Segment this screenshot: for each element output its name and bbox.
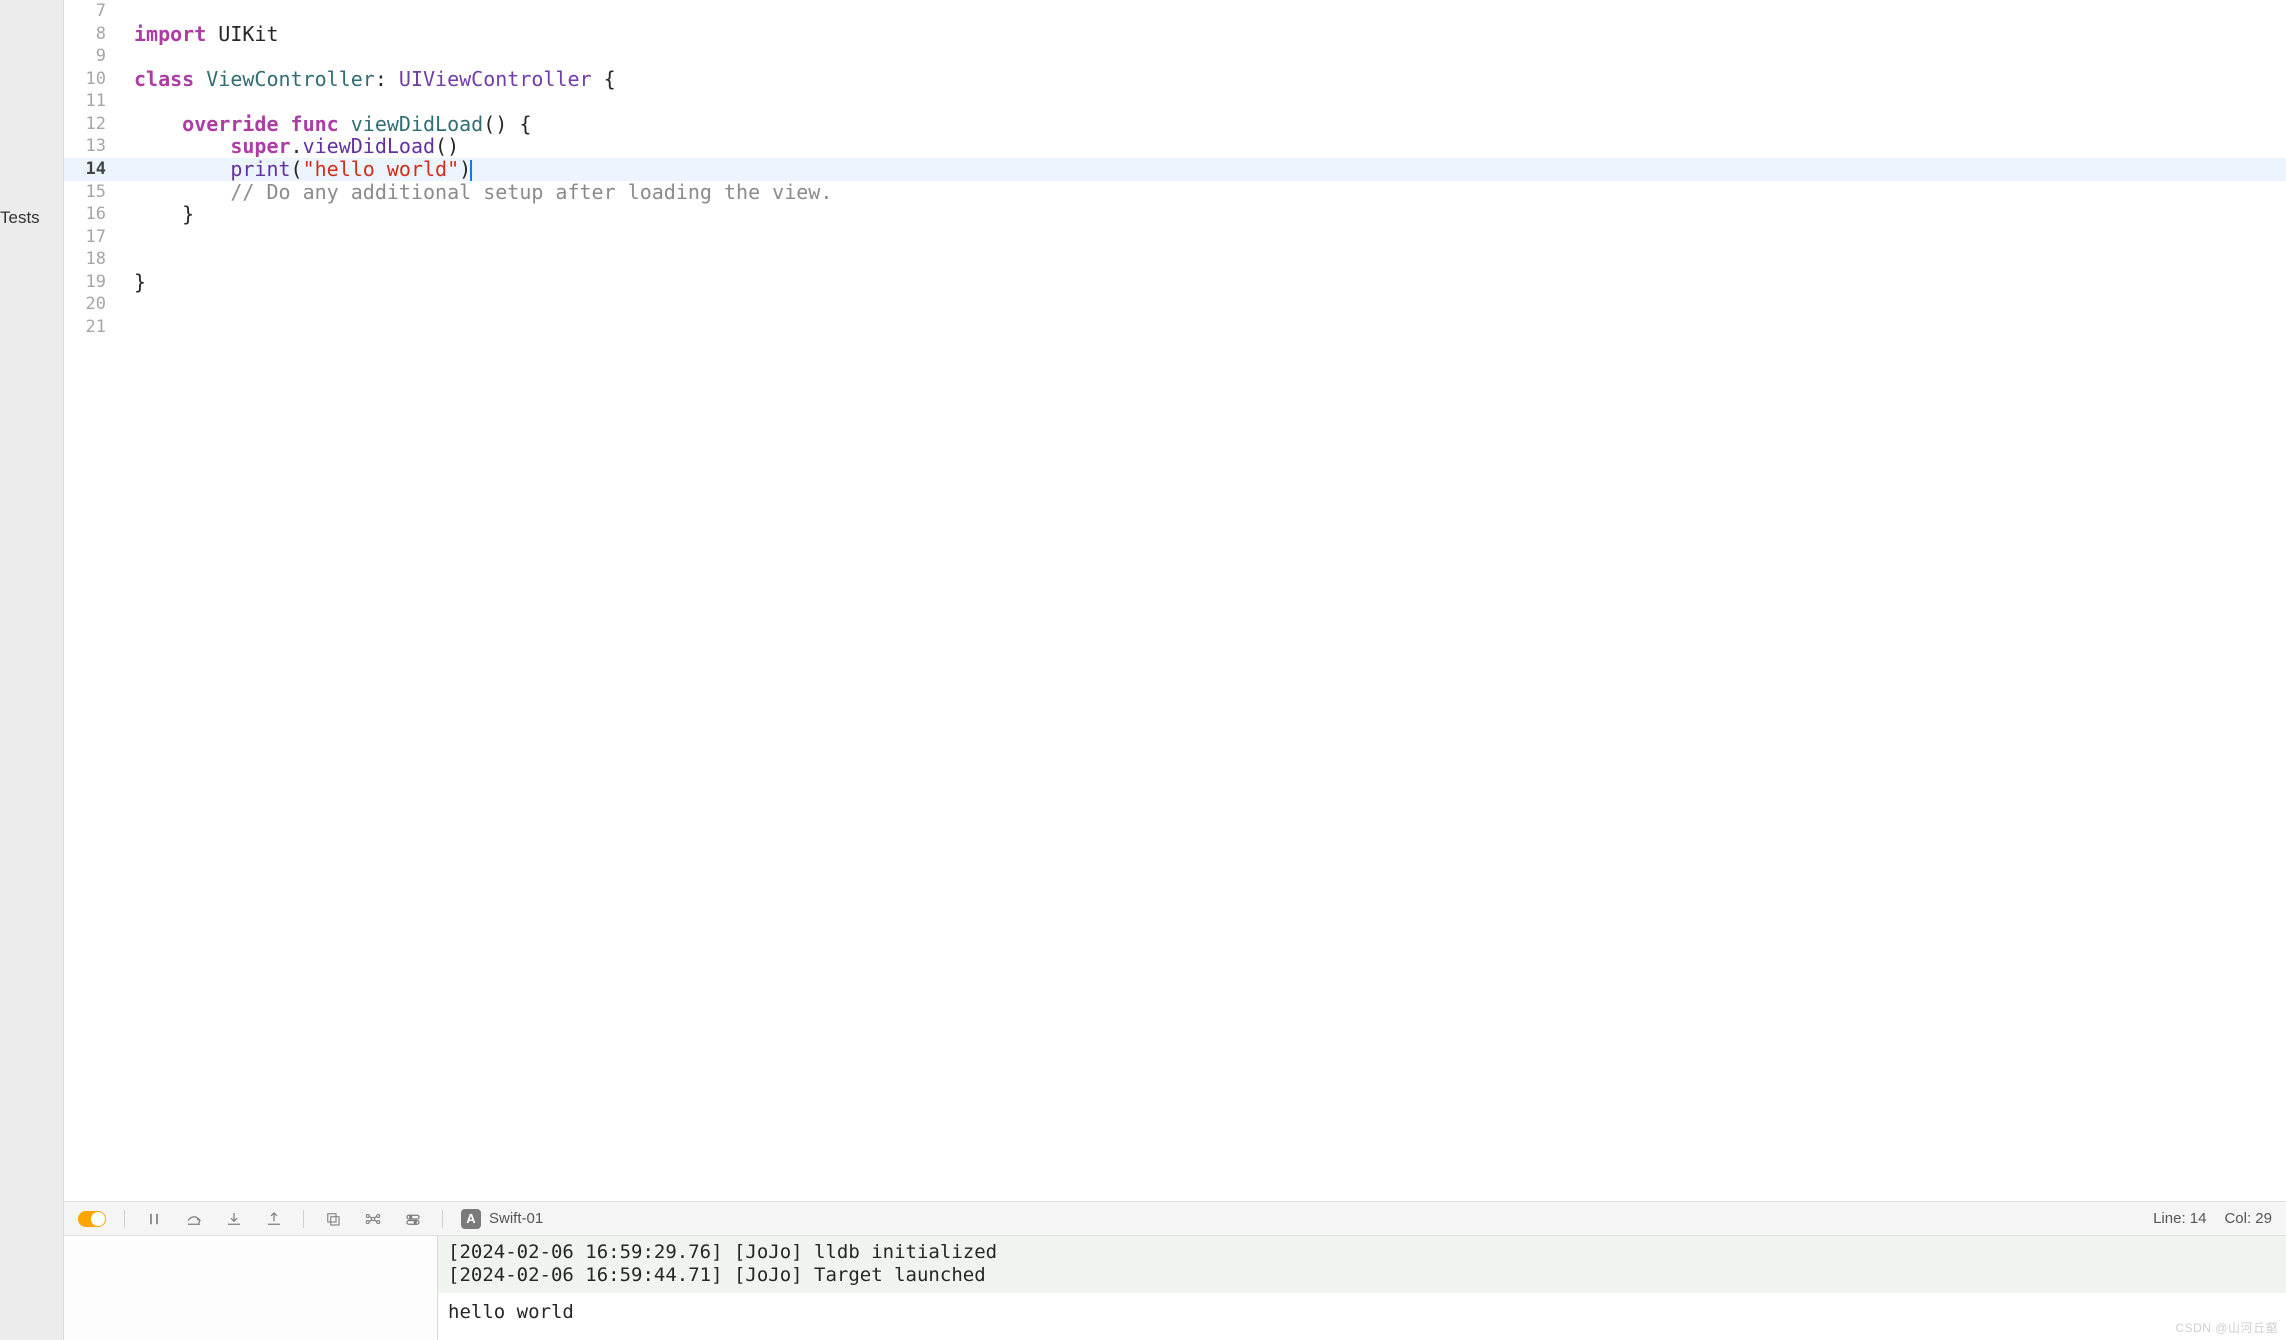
code-editor[interactable]: 78import UIKit910class ViewController: U…: [64, 0, 2286, 1201]
code-line[interactable]: 10class ViewController: UIViewController…: [64, 68, 2286, 91]
editor-line-status: Line: 14: [2153, 1210, 2206, 1227]
console-stdout-line: hello world: [438, 1293, 2286, 1330]
code-content: super.viewDidLoad(): [124, 135, 459, 158]
step-into-icon[interactable]: [223, 1208, 245, 1230]
code-content: override func viewDidLoad() {: [124, 113, 531, 136]
step-over-icon[interactable]: [183, 1208, 205, 1230]
line-number: 20: [64, 293, 124, 316]
code-content: [124, 316, 134, 339]
watermark: CSDN @山河丘壑: [2175, 1319, 2278, 1336]
target-name: Swift-01: [489, 1210, 543, 1227]
code-line[interactable]: 13 super.viewDidLoad(): [64, 135, 2286, 158]
code-line[interactable]: 14 print("hello world"): [64, 158, 2286, 181]
memory-graph-icon[interactable]: [362, 1208, 384, 1230]
toggle-knob: [91, 1212, 105, 1226]
line-number: 11: [64, 90, 124, 113]
line-number: 21: [64, 316, 124, 339]
line-number: 15: [64, 181, 124, 204]
code-line[interactable]: 19}: [64, 271, 2286, 294]
pause-icon[interactable]: [143, 1208, 165, 1230]
line-number: 7: [64, 0, 124, 23]
code-content: [124, 45, 134, 68]
sidebar-partial-label: Tests: [0, 208, 40, 228]
code-content: print("hello world"): [124, 158, 472, 181]
code-content: [124, 248, 134, 271]
main-panel: 78import UIKit910class ViewController: U…: [64, 0, 2286, 1340]
breakpoint-toggle[interactable]: [78, 1211, 106, 1227]
code-content: [124, 0, 134, 23]
code-line[interactable]: 16 }: [64, 203, 2286, 226]
code-line[interactable]: 7: [64, 0, 2286, 23]
toolbar-separator: [124, 1210, 125, 1228]
line-number: 18: [64, 248, 124, 271]
toolbar-separator: [442, 1210, 443, 1228]
code-line[interactable]: 21: [64, 316, 2286, 339]
debug-target-selector[interactable]: A Swift-01: [461, 1209, 543, 1229]
debug-toolbar: A Swift-01 Line: 14 Col: 29: [64, 1201, 2286, 1236]
code-content: }: [124, 203, 194, 226]
code-line[interactable]: 11: [64, 90, 2286, 113]
line-number: 9: [64, 45, 124, 68]
view-debugger-icon[interactable]: [322, 1208, 344, 1230]
code-content: class ViewController: UIViewController {: [124, 68, 616, 91]
code-content: [124, 90, 134, 113]
code-content: [124, 226, 134, 249]
code-content: [124, 293, 134, 316]
console-log-block: [2024-02-06 16:59:29.76] [JoJo] lldb ini…: [438, 1236, 2286, 1293]
code-line[interactable]: 17: [64, 226, 2286, 249]
line-number: 8: [64, 23, 124, 46]
code-line[interactable]: 18: [64, 248, 2286, 271]
editor-col-status: Col: 29: [2224, 1210, 2272, 1227]
debug-console: [2024-02-06 16:59:29.76] [JoJo] lldb ini…: [64, 1236, 2286, 1340]
line-number: 17: [64, 226, 124, 249]
variables-view[interactable]: [64, 1236, 438, 1340]
console-log-line: [2024-02-06 16:59:29.76] [JoJo] lldb ini…: [448, 1241, 2276, 1264]
code-content: // Do any additional setup after loading…: [124, 181, 832, 204]
code-content: }: [124, 271, 146, 294]
line-number: 12: [64, 113, 124, 136]
code-line[interactable]: 9: [64, 45, 2286, 68]
code-content: import UIKit: [124, 23, 279, 46]
code-line[interactable]: 8import UIKit: [64, 23, 2286, 46]
target-app-icon: A: [461, 1209, 481, 1229]
step-out-icon[interactable]: [263, 1208, 285, 1230]
code-line[interactable]: 20: [64, 293, 2286, 316]
environment-overrides-icon[interactable]: [402, 1208, 424, 1230]
console-output[interactable]: [2024-02-06 16:59:29.76] [JoJo] lldb ini…: [438, 1236, 2286, 1340]
line-number: 13: [64, 135, 124, 158]
line-number: 14: [64, 158, 124, 181]
text-cursor: [470, 160, 472, 181]
toolbar-separator: [303, 1210, 304, 1228]
navigator-sidebar: Tests: [0, 0, 64, 1340]
line-number: 19: [64, 271, 124, 294]
code-line[interactable]: 12 override func viewDidLoad() {: [64, 113, 2286, 136]
code-line[interactable]: 15 // Do any additional setup after load…: [64, 181, 2286, 204]
console-log-line: [2024-02-06 16:59:44.71] [JoJo] Target l…: [448, 1264, 2276, 1287]
line-number: 16: [64, 203, 124, 226]
line-number: 10: [64, 68, 124, 91]
